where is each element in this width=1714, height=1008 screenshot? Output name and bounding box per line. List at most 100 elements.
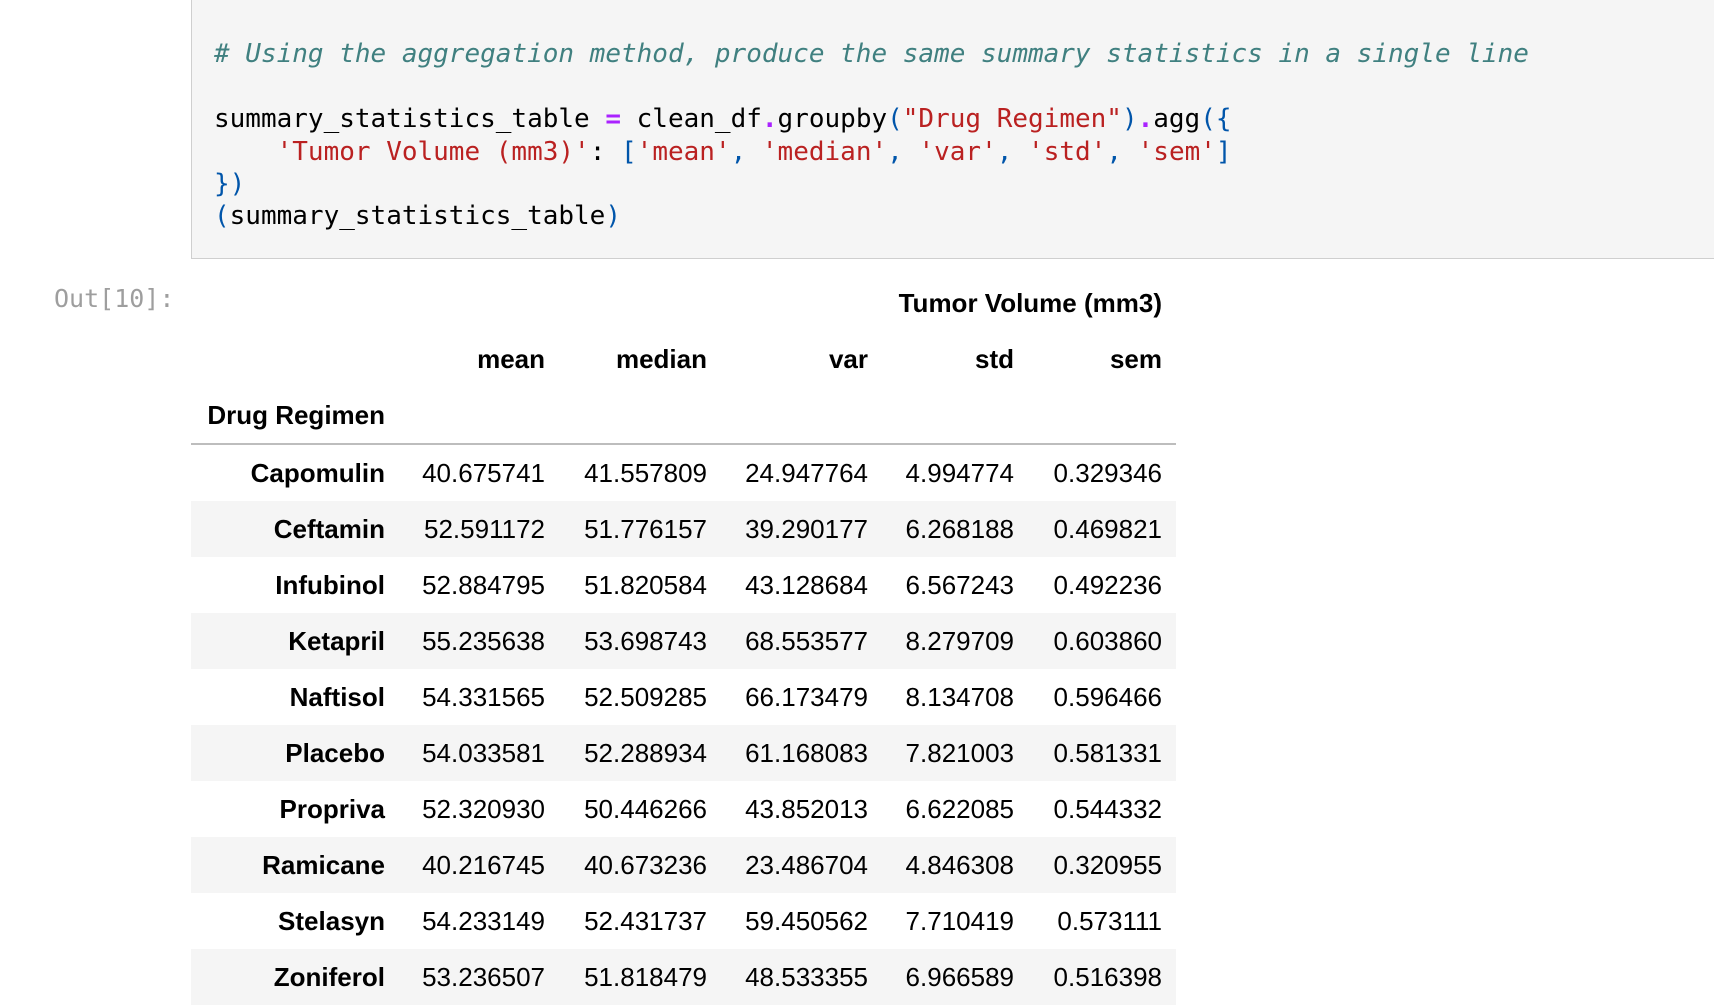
cell-value: 0.596466 [1053, 681, 1162, 712]
cell-value: 0.329346 [1053, 457, 1162, 488]
cell-value: 8.279709 [905, 625, 1014, 656]
code-method-groupby: groupby [777, 104, 888, 134]
cell-value: 39.290177 [745, 513, 868, 544]
cell-value: 50.446266 [584, 793, 707, 824]
code-bracket: ] [1215, 137, 1232, 167]
cell-value: 0.516398 [1053, 961, 1162, 992]
cell-value: 6.622085 [905, 793, 1014, 824]
cell-value: 59.450562 [745, 905, 868, 936]
code-bracket: [ [621, 137, 637, 167]
column-group-header: Tumor Volume (mm3) [898, 287, 1162, 318]
cell-value: 0.573111 [1057, 905, 1162, 936]
cell-value: 48.533355 [745, 961, 868, 992]
code-object: clean_df [636, 104, 762, 134]
code-comma: , [996, 137, 1029, 167]
cell-value: 7.710419 [905, 905, 1014, 936]
code-line-dict: 'Tumor Volume (mm3)': ['mean', 'median',… [276, 137, 1232, 167]
index-name-row: Drug Regimen [191, 387, 1176, 444]
empty-cell [882, 387, 1028, 444]
cell-value: 40.675741 [422, 457, 545, 488]
empty-cell [399, 387, 559, 444]
index-name: Drug Regimen [207, 399, 385, 430]
cell-value: 53.698743 [584, 625, 707, 656]
code-display-name: summary_statistics_table [229, 201, 606, 231]
column-header: sem [1109, 343, 1162, 374]
code-list-item: 'mean' [636, 137, 731, 167]
cell-value: 54.233149 [422, 905, 545, 936]
code-line-display: (summary_statistics_table) [214, 200, 621, 232]
cell-value: 43.852013 [745, 793, 868, 824]
cell-value: 40.673236 [584, 849, 707, 880]
code-paren: ) [1121, 104, 1138, 134]
cell-value: 52.288934 [584, 737, 707, 768]
code-dot: . [1137, 104, 1154, 134]
column-header: median [615, 343, 707, 374]
row-label: Ramicane [262, 849, 385, 880]
cell-value: 52.591172 [424, 513, 545, 544]
cell-value: 41.557809 [584, 457, 707, 488]
code-brace-open: ({ [1200, 104, 1232, 134]
column-names-row: mean median var std sem [191, 331, 1176, 387]
code-list-item: 'var' [918, 137, 997, 167]
empty-cell [1028, 387, 1176, 444]
cell-value: 51.776157 [584, 513, 707, 544]
cell-value: 0.469821 [1053, 513, 1162, 544]
table-row: Ceftamin 52.591172 51.776157 39.290177 6.268… [191, 501, 1176, 557]
code-paren: ( [887, 104, 903, 134]
cell-value: 40.216745 [422, 849, 545, 880]
code-cell-editor[interactable]: # Using the aggregation method, produce … [191, 0, 1714, 259]
row-label: Stelasyn [278, 905, 385, 936]
table-row: Capomulin 40.675741 41.557809 24.947764 4.99… [191, 444, 1176, 501]
cell-value: 68.553577 [745, 625, 868, 656]
table-row: Stelasyn 54.233149 52.431737 59.450562 7.710… [191, 893, 1176, 949]
row-label: Ceftamin [273, 513, 385, 544]
cell-value: 61.168083 [745, 737, 868, 768]
cell-value: 55.235638 [422, 625, 545, 656]
cell-value: 7.821003 [905, 737, 1014, 768]
code-paren: ( [214, 201, 230, 231]
corner-cell [191, 331, 399, 387]
cell-value: 0.320955 [1053, 849, 1162, 880]
row-label: Placebo [285, 737, 385, 768]
code-list-item: 'sem' [1137, 137, 1216, 167]
cell-value: 6.567243 [905, 569, 1014, 600]
code-string-arg: "Drug Regimen" [902, 104, 1122, 134]
table-row: Infubinol 52.884795 51.820584 43.128684 6.56… [191, 557, 1176, 613]
column-header: mean [477, 343, 545, 374]
cell-value: 52.884795 [422, 569, 545, 600]
code-list-item: 'median' [761, 137, 888, 167]
code-dot: . [761, 104, 778, 134]
cell-value: 23.486704 [745, 849, 868, 880]
cell-value: 51.818479 [584, 961, 707, 992]
row-label: Zoniferol [273, 961, 385, 992]
code-comma: , [887, 137, 919, 167]
code-comment: # Using the aggregation method, produce … [214, 39, 1529, 69]
cell-value: 6.268188 [905, 513, 1014, 544]
code-line-assignment: summary_statistics_table = clean_df.grou… [214, 103, 1232, 135]
cell-value: 54.033581 [422, 737, 545, 768]
row-label: Capomulin [250, 457, 385, 488]
output-area: Tumor Volume (mm3) mean median var std s… [191, 275, 1176, 1005]
cell-value: 8.134708 [905, 681, 1014, 712]
corner-cell [191, 275, 399, 331]
column-header: std [975, 343, 1014, 374]
table-row: Placebo 54.033581 52.288934 61.168083 7.8210… [191, 725, 1176, 781]
code-method-agg: agg [1153, 104, 1201, 134]
code-variable: summary_statistics_table [214, 104, 590, 134]
code-paren: ) [605, 201, 621, 231]
cell-value: 43.128684 [745, 569, 868, 600]
cell-value: 0.603860 [1053, 625, 1162, 656]
row-label: Propriva [279, 793, 386, 824]
table-row: Propriva 52.320930 50.446266 43.852013 6.622… [191, 781, 1176, 837]
table-row: Naftisol 54.331565 52.509285 66.173479 8.134… [191, 669, 1176, 725]
code-comma: , [730, 137, 762, 167]
code-comma: , [1106, 137, 1138, 167]
code-operator: = [605, 104, 621, 134]
code-list-item: 'std' [1028, 137, 1107, 167]
cell-value: 0.581331 [1053, 737, 1162, 768]
cell-value: 6.966589 [905, 961, 1014, 992]
cell-value: 51.820584 [584, 569, 707, 600]
cell-value: 66.173479 [745, 681, 868, 712]
cell-value: 4.846308 [905, 849, 1014, 880]
cell-value: 0.544332 [1053, 793, 1162, 824]
